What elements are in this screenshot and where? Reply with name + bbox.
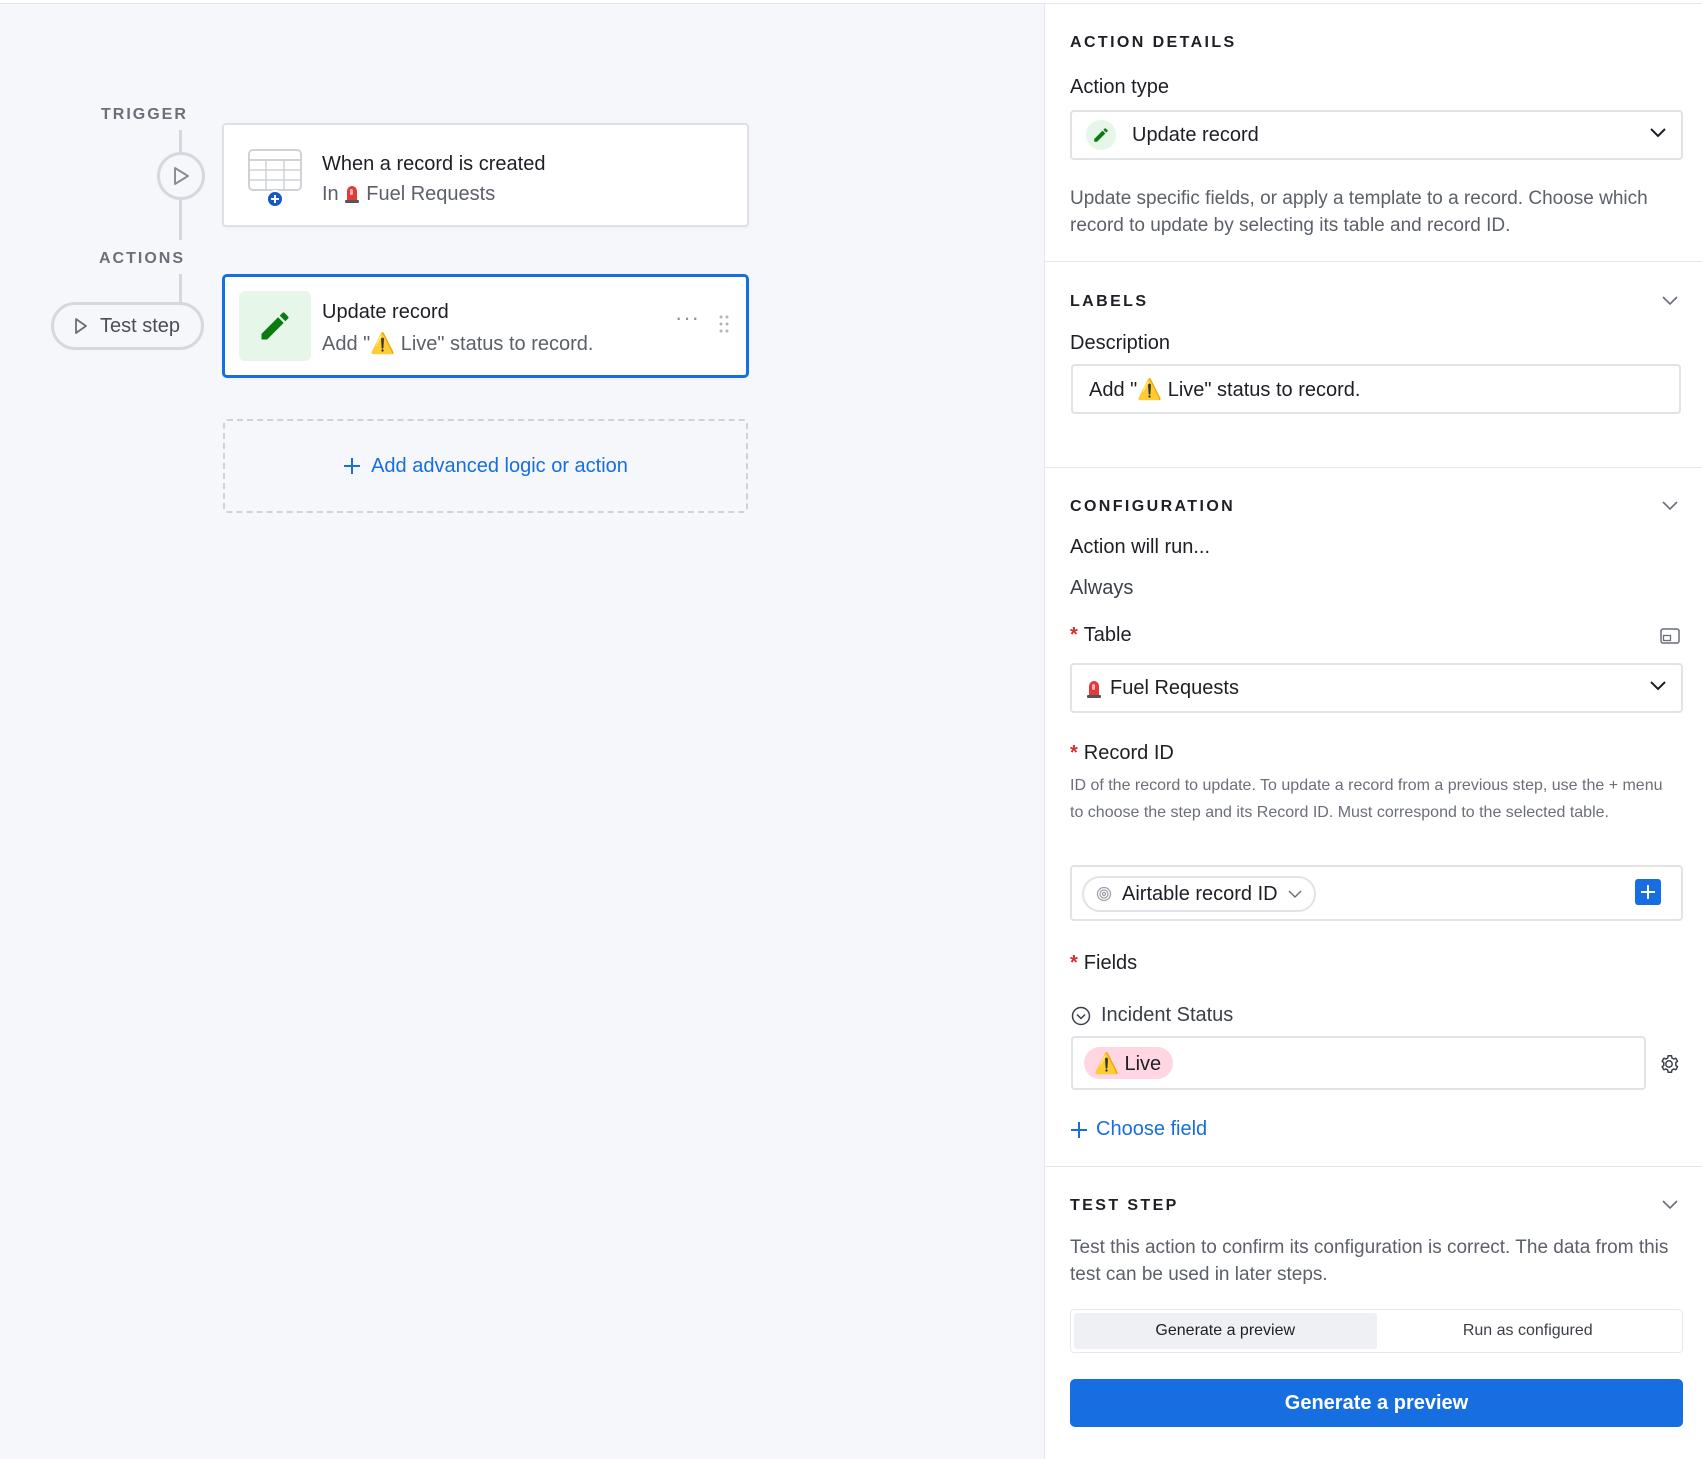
play-icon (75, 318, 87, 334)
record-id-input[interactable]: Airtable record ID (1070, 865, 1683, 921)
more-options-icon[interactable]: ··· (675, 305, 700, 331)
required-marker: * (1070, 742, 1078, 764)
drag-handle-icon[interactable] (719, 315, 729, 333)
siren-icon (1087, 681, 1101, 698)
table-label-text: Table (1083, 624, 1132, 646)
record-id-label: * Record ID (1070, 742, 1174, 765)
automation-canvas: TRIGGER ACTIONS Test step When a record … (0, 4, 1044, 1459)
connector-line (179, 130, 182, 152)
seg-run-as-configured[interactable]: Run as configured (1377, 1313, 1680, 1349)
incident-status-input[interactable]: ⚠️ Live (1071, 1036, 1646, 1090)
play-icon (174, 167, 189, 185)
seg-generate-preview[interactable]: Generate a preview (1074, 1313, 1377, 1349)
expand-panel-icon[interactable] (1660, 628, 1680, 644)
fingerprint-icon (1096, 886, 1112, 902)
fields-label-text: Fields (1083, 952, 1138, 974)
section-divider (1045, 1166, 1702, 1167)
add-logic-button[interactable]: Add advanced logic or action (223, 419, 748, 513)
connector-line (179, 274, 182, 302)
add-logic-label: Add advanced logic or action (371, 454, 628, 477)
gear-icon[interactable] (1658, 1053, 1680, 1075)
record-id-help: ID of the record to update. To update a … (1070, 777, 1663, 821)
action-type-select[interactable]: Update record (1070, 110, 1683, 160)
plus-icon (1071, 1121, 1087, 1138)
run-condition-value: Always (1070, 577, 1134, 599)
test-step-heading: TEST STEP (1070, 1197, 1179, 1214)
chevron-down-icon[interactable] (1662, 296, 1678, 306)
action-config-panel: ACTION DETAILS Action type Update record… (1044, 4, 1702, 1459)
single-select-icon (1071, 1006, 1091, 1025)
chevron-down-icon (1650, 681, 1666, 691)
action-type-value: Update record (1132, 123, 1259, 146)
action-title: Update record (322, 301, 449, 323)
trigger-subtitle: In Fuel Requests (322, 183, 495, 206)
pencil-icon (261, 312, 289, 340)
action-type-label: Action type (1070, 76, 1169, 98)
choose-field-label: Choose field (1096, 1118, 1208, 1140)
record-id-label-text: Record ID (1083, 742, 1174, 764)
choose-field-button[interactable]: Choose field (1070, 1118, 1207, 1141)
action-description: Add "⚠️ Live" status to record. (322, 333, 594, 355)
record-id-token-label: Airtable record ID (1122, 882, 1278, 905)
chevron-down-icon[interactable] (1662, 1200, 1678, 1210)
plus-icon (1641, 885, 1655, 899)
required-marker: * (1070, 952, 1078, 974)
connector-line (179, 200, 182, 240)
test-step-help: Test this action to confirm its configur… (1070, 1237, 1669, 1285)
test-step-label: Test step (100, 314, 181, 337)
required-marker: * (1070, 624, 1078, 646)
table-label: * Table (1070, 624, 1132, 647)
insert-dynamic-value-button[interactable] (1635, 879, 1661, 905)
chevron-down-icon (1288, 889, 1302, 898)
description-input[interactable]: Add "⚠️ Live" status to record. (1071, 364, 1681, 414)
table-add-icon (248, 149, 302, 208)
record-id-token[interactable]: Airtable record ID (1082, 876, 1316, 912)
description-label: Description (1070, 332, 1171, 354)
configuration-heading: CONFIGURATION (1070, 498, 1236, 515)
plus-icon (344, 458, 361, 474)
table-select[interactable]: Fuel Requests (1070, 663, 1683, 713)
pencil-icon (1086, 120, 1116, 150)
generate-preview-button[interactable]: Generate a preview (1070, 1379, 1683, 1427)
trigger-table-name: Fuel Requests (366, 183, 496, 205)
action-card-update-record[interactable]: Update record Add "⚠️ Live" status to re… (222, 274, 749, 378)
labels-heading: LABELS (1070, 293, 1149, 310)
status-badge: ⚠️ Live (1084, 1047, 1174, 1079)
trigger-section-label: TRIGGER (101, 106, 188, 123)
trigger-test-button[interactable] (157, 152, 205, 200)
section-divider (1045, 261, 1702, 262)
chevron-down-icon[interactable] (1662, 501, 1678, 511)
test-step-button[interactable]: Test step (51, 302, 204, 350)
field-name: Incident Status (1101, 1004, 1234, 1026)
section-divider (1045, 467, 1702, 468)
trigger-prefix: In (322, 183, 339, 205)
action-details-heading: ACTION DETAILS (1070, 34, 1237, 51)
run-condition-label: Action will run... (1070, 536, 1211, 558)
field-incident-status-header: Incident Status (1071, 1004, 1233, 1027)
fields-label: * Fields (1070, 952, 1137, 975)
trigger-card[interactable]: When a record is created In Fuel Request… (222, 123, 749, 227)
pencil-tile (239, 291, 311, 361)
actions-section-label: ACTIONS (99, 250, 185, 267)
chevron-down-icon (1650, 128, 1666, 138)
table-value: Fuel Requests (1110, 676, 1239, 699)
action-type-help: Update specific fields, or apply a templ… (1070, 188, 1648, 236)
trigger-title: When a record is created (322, 153, 546, 175)
test-mode-toggle: Generate a preview Run as configured (1070, 1309, 1683, 1353)
siren-icon (345, 186, 360, 203)
